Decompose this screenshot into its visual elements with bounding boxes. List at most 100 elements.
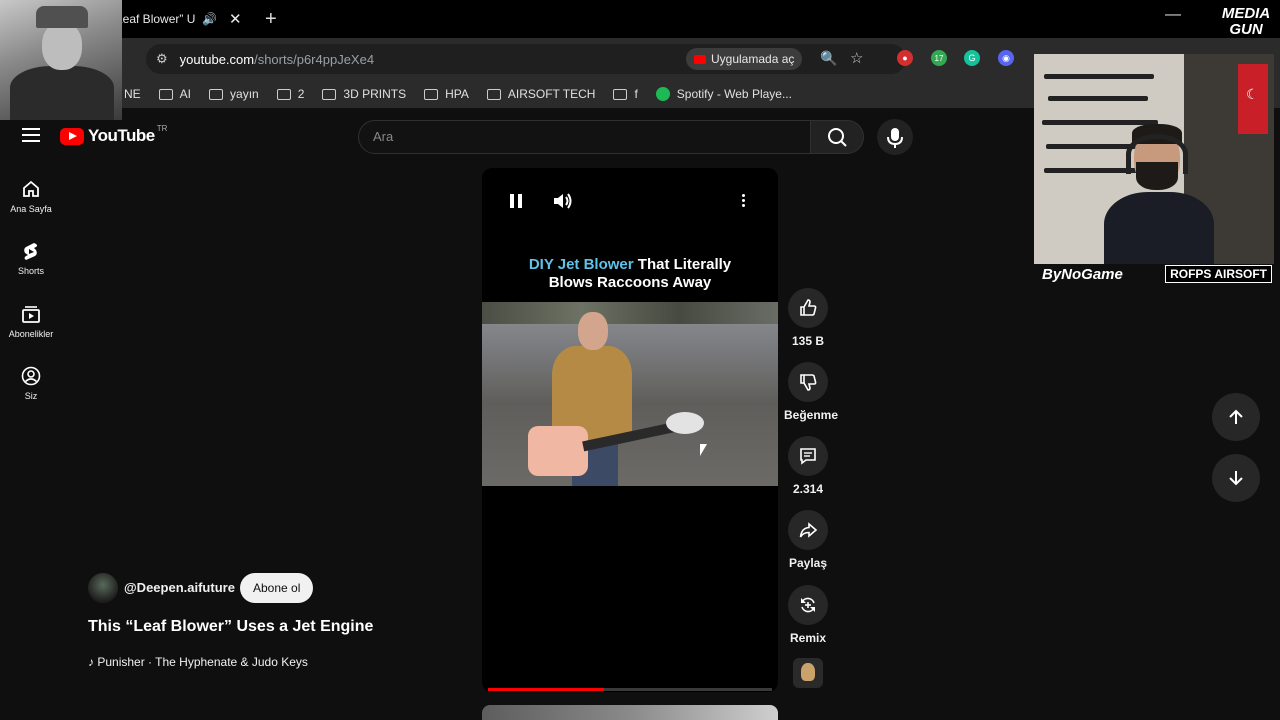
share-action[interactable]: Paylaş bbox=[784, 510, 832, 570]
tab-audio-icon[interactable]: 🔊 bbox=[202, 12, 217, 26]
bookmark-item[interactable]: 2 bbox=[276, 87, 305, 101]
folder-icon bbox=[158, 88, 173, 100]
like-icon bbox=[800, 299, 817, 316]
share-icon bbox=[799, 522, 818, 538]
arrow-up-icon bbox=[1229, 409, 1243, 424]
address-bar[interactable]: ⚙ youtube.com/shorts/p6r4ppJeXe4 Uygulam… bbox=[146, 44, 906, 74]
dislike-action[interactable]: Beğenme bbox=[784, 362, 839, 422]
home-icon bbox=[23, 180, 39, 197]
next-short-preview[interactable] bbox=[482, 705, 778, 720]
browser-tab[interactable]: “Leaf Blower” U 🔊 ✕ bbox=[112, 4, 252, 34]
music-label: Punisher · The Hyphenate & Judo Keys bbox=[97, 655, 308, 669]
share-label: Paylaş bbox=[788, 556, 828, 570]
arrow-down-icon bbox=[1229, 471, 1243, 486]
folder-icon bbox=[209, 88, 224, 100]
progress-fill bbox=[488, 688, 605, 691]
webcam-overlay: ☾ bbox=[1034, 54, 1274, 264]
nav-you[interactable]: Siz bbox=[0, 365, 62, 401]
bookmark-item[interactable]: 3D PRINTS bbox=[322, 87, 406, 101]
search-button[interactable] bbox=[810, 120, 864, 154]
video-frame bbox=[482, 302, 778, 486]
comment-icon bbox=[800, 448, 816, 465]
folder-icon bbox=[322, 88, 337, 100]
browser-tab-strip: “Leaf Blower” U 🔊 ✕ + — bbox=[0, 0, 1280, 38]
remix-label: Remix bbox=[789, 631, 827, 645]
dislike-icon bbox=[800, 374, 817, 391]
bookmark-item[interactable]: AIRSOFT TECH bbox=[486, 87, 596, 101]
comment-count: 2.314 bbox=[792, 482, 824, 496]
account-icon bbox=[21, 366, 41, 386]
site-info-icon[interactable]: ⚙ bbox=[156, 51, 168, 67]
remix-action[interactable]: Remix bbox=[784, 585, 832, 645]
new-tab-icon[interactable]: + bbox=[265, 8, 277, 31]
video-overlay-title: DIY Jet Blower That Literally Blows Racc… bbox=[528, 256, 732, 291]
portrait-image bbox=[0, 0, 122, 120]
previous-short-button[interactable] bbox=[1212, 393, 1260, 441]
window-minimize-icon[interactable]: — bbox=[1165, 6, 1181, 24]
search-input[interactable]: Ara bbox=[358, 120, 811, 154]
microphone-icon bbox=[887, 128, 903, 148]
screen: “Leaf Blower” U 🔊 ✕ + — ⚙ youtube.com/sh… bbox=[0, 0, 1280, 720]
open-in-app-label: Uygulamada aç bbox=[711, 52, 795, 66]
bookmark-label: 2 bbox=[297, 87, 305, 101]
channel-avatar[interactable] bbox=[88, 573, 118, 603]
folder-icon bbox=[276, 88, 291, 100]
bookmark-item[interactable]: HPA bbox=[424, 87, 469, 101]
comments-action[interactable]: 2.314 bbox=[784, 436, 832, 496]
music-line[interactable]: ♪ Punisher · The Hyphenate & Judo Keys bbox=[88, 655, 308, 669]
mouse-cursor bbox=[700, 444, 707, 456]
tab-close-icon[interactable]: ✕ bbox=[229, 10, 242, 28]
youtube-play-icon bbox=[60, 127, 84, 145]
short-title[interactable]: This “Leaf Blower” Uses a Jet Engine bbox=[88, 618, 373, 636]
search-icon bbox=[828, 128, 847, 147]
spotify-icon bbox=[655, 87, 670, 101]
youtube-app-icon bbox=[694, 54, 706, 64]
youtube-logo[interactable]: YouTube TR bbox=[60, 124, 167, 146]
nav-shorts-label: Shorts bbox=[17, 266, 44, 276]
nav-shorts[interactable]: Shorts bbox=[0, 240, 62, 276]
grammarly-icon[interactable]: G bbox=[964, 50, 980, 66]
bookmark-label: yayın bbox=[230, 87, 259, 101]
pause-icon[interactable] bbox=[510, 194, 522, 208]
subscriptions-icon bbox=[22, 306, 40, 323]
tab-title: “Leaf Blower” U bbox=[112, 12, 196, 26]
nav-home[interactable]: Ana Sayfa bbox=[0, 178, 62, 214]
bookmark-item[interactable]: Spotify - Web Playe... bbox=[655, 87, 792, 101]
menu-icon[interactable] bbox=[22, 128, 40, 142]
bookmark-star-icon[interactable]: ☆ bbox=[850, 49, 863, 67]
streamer-name: ByNoGame bbox=[1042, 265, 1123, 283]
subscribe-button[interactable]: Abone ol bbox=[240, 573, 314, 603]
volume-icon[interactable] bbox=[552, 192, 574, 210]
nav-home-label: Ana Sayfa bbox=[10, 204, 52, 214]
open-in-app-button[interactable]: Uygulamada aç bbox=[686, 48, 803, 70]
bookmark-item[interactable]: NE bbox=[124, 87, 141, 101]
music-note-icon: ♪ bbox=[88, 655, 94, 669]
like-action[interactable]: 135 B bbox=[784, 288, 832, 348]
url-text[interactable]: youtube.com/shorts/p6r4ppJeXe4 bbox=[180, 52, 374, 67]
folder-icon bbox=[486, 88, 501, 100]
dislike-label: Beğenme bbox=[784, 408, 839, 422]
progress-bar[interactable] bbox=[488, 688, 772, 691]
bookmark-item[interactable]: AI bbox=[158, 87, 191, 101]
channel-name[interactable]: @Deepen.aifuture bbox=[124, 580, 235, 595]
nav-subscriptions[interactable]: Abonelikler bbox=[0, 303, 62, 339]
more-options-icon[interactable] bbox=[742, 194, 746, 208]
folder-icon bbox=[424, 88, 439, 100]
bookmark-item[interactable]: f bbox=[613, 87, 638, 101]
folder-icon bbox=[613, 88, 628, 100]
discord-icon[interactable]: ◉ bbox=[998, 50, 1014, 66]
bookmark-label: HPA bbox=[445, 87, 469, 101]
bookmark-item[interactable]: yayın bbox=[209, 87, 259, 101]
shorts-player[interactable]: DIY Jet Blower That Literally Blows Racc… bbox=[482, 168, 778, 692]
zoom-icon[interactable]: 🔍 bbox=[820, 50, 837, 67]
sound-thumbnail[interactable] bbox=[793, 658, 823, 688]
extension-red-icon[interactable]: ● bbox=[897, 50, 913, 66]
like-count: 135 B bbox=[791, 334, 825, 348]
nav-subscriptions-label: Abonelikler bbox=[8, 329, 54, 339]
media-gun-logo: MEDIA GUN bbox=[1221, 5, 1271, 38]
bookmark-label: f bbox=[634, 87, 638, 101]
next-short-button[interactable] bbox=[1212, 454, 1260, 502]
extension-green-icon[interactable]: 17 bbox=[931, 50, 947, 66]
bookmark-label: AIRSOFT TECH bbox=[507, 87, 596, 101]
voice-search-button[interactable] bbox=[877, 119, 913, 155]
